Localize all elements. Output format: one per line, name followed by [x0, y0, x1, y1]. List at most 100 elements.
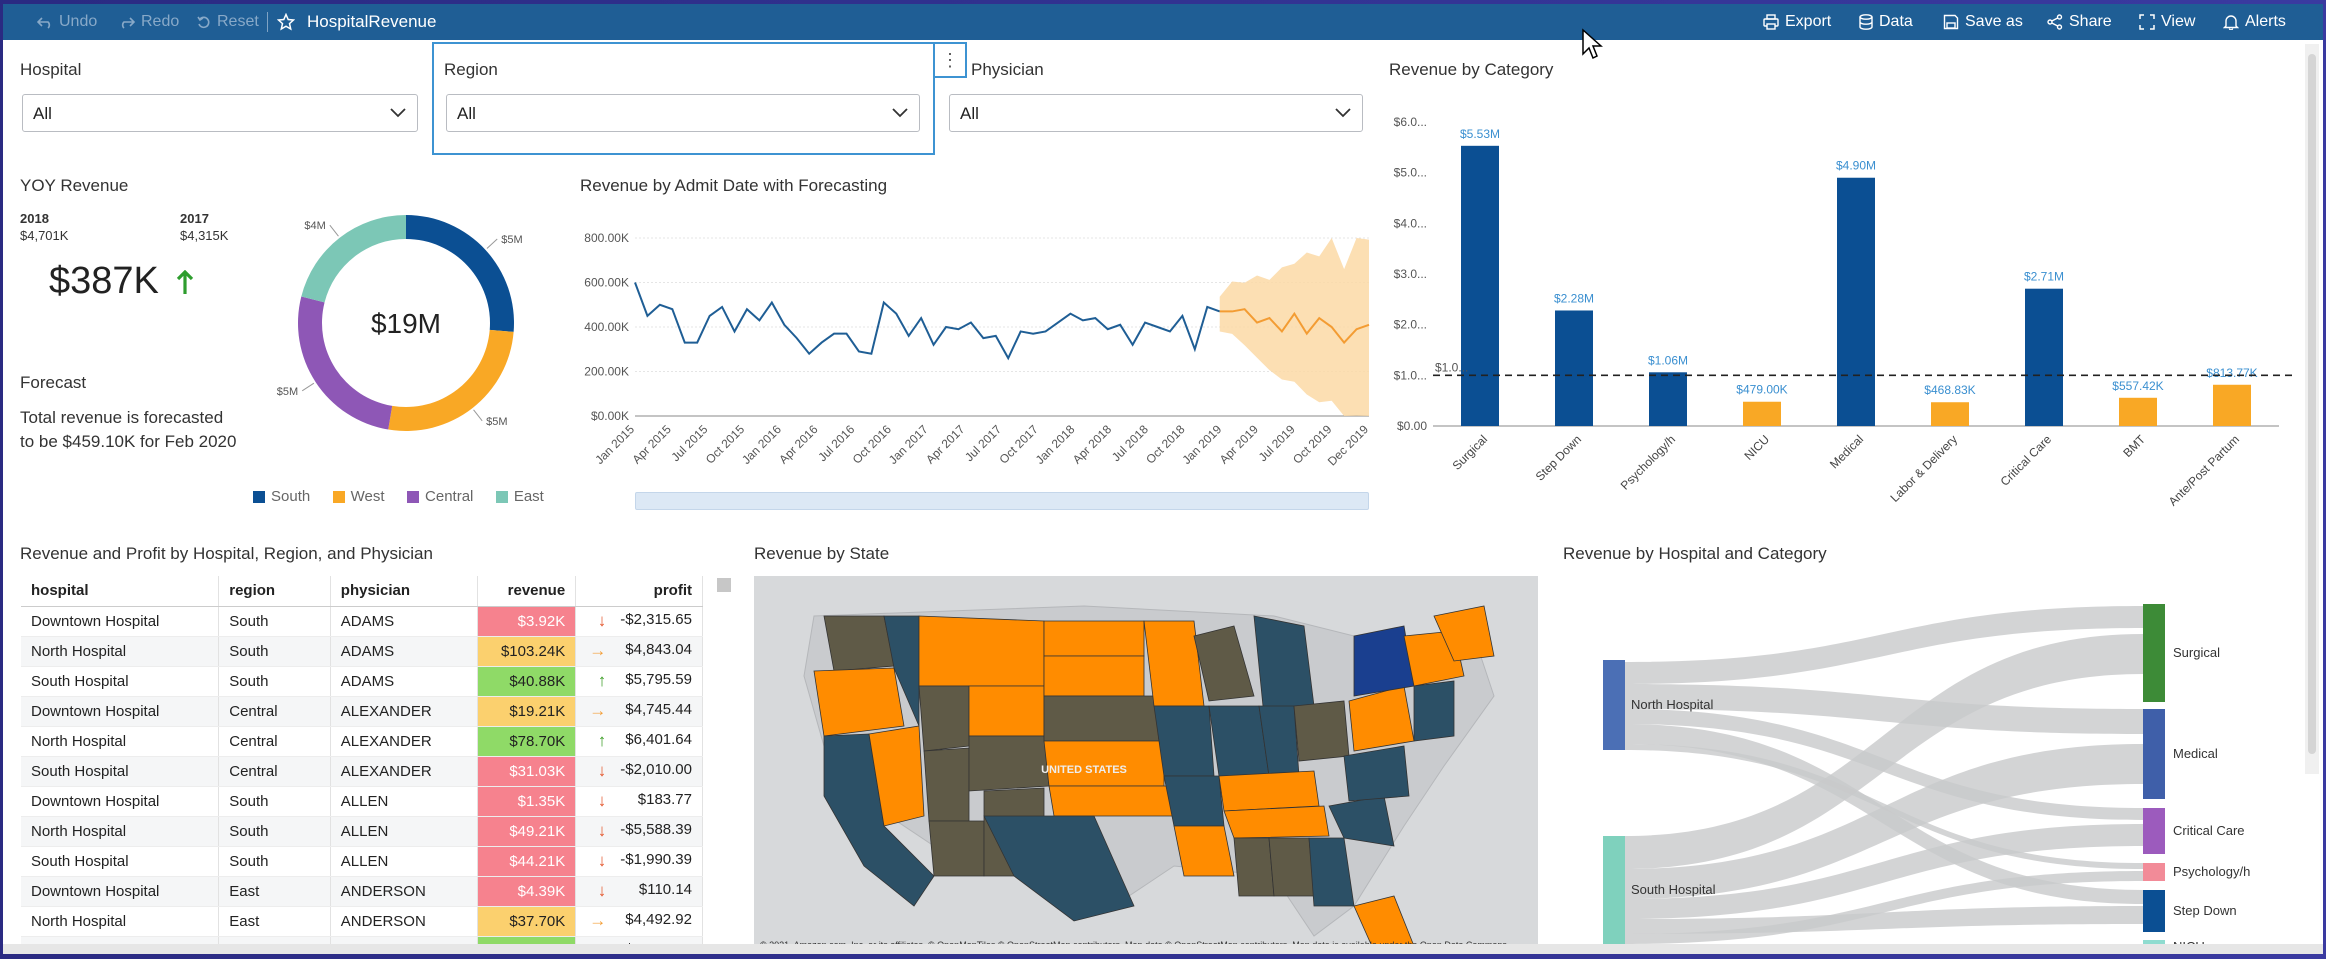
column-header-profit[interactable]: profit [575, 576, 703, 607]
sankey-target-node[interactable] [2143, 863, 2165, 881]
bar[interactable] [1555, 310, 1593, 426]
toolbar: Undo Redo Reset HospitalRevenue Export D… [3, 4, 2323, 40]
state-region[interactable] [1173, 825, 1235, 877]
legend-item-south[interactable]: South [253, 488, 310, 505]
sankey-target-node[interactable] [2143, 808, 2165, 854]
legend-item-west[interactable]: West [332, 488, 385, 505]
state-region[interactable] [1143, 620, 1205, 707]
export-button[interactable]: Export [1763, 4, 1831, 40]
state-region[interactable] [1208, 705, 1270, 777]
sankey-source-node[interactable] [1603, 660, 1625, 750]
state-region[interactable] [1233, 837, 1275, 897]
redo-label: Redo [141, 13, 180, 30]
revenue-history-line[interactable] [634, 282, 1221, 361]
table-row[interactable]: North Hospital South ALLEN $49.21K ↓ -$5,588.… [21, 816, 703, 847]
sankey-target-node[interactable] [2143, 709, 2165, 799]
fullscreen-icon [2139, 14, 2155, 30]
mouse-cursor-icon [1582, 28, 1603, 60]
horizontal-scrollbar[interactable] [3, 944, 2323, 954]
state-region[interactable] [1043, 695, 1160, 742]
sankey-target-label: Critical Care [2173, 823, 2245, 838]
state-region[interactable] [1153, 705, 1215, 777]
table-row[interactable]: Downtown Hospital Central ALEXANDER $19.21K… [21, 696, 703, 727]
state-region[interactable] [918, 615, 1045, 687]
table-row[interactable]: Downtown Hospital East ANDERSON $4.39K ↓ $110… [21, 876, 703, 907]
scrollbar-thumb[interactable] [2308, 54, 2316, 754]
state-region[interactable] [1218, 770, 1320, 812]
table-row[interactable]: North Hospital South ADAMS $103.24K → $4,843.… [21, 636, 703, 667]
physician-filter-select[interactable]: All [949, 94, 1363, 132]
profit-value: $5,795.59 [625, 671, 692, 688]
cell-hospital: Downtown Hospital [21, 786, 220, 817]
state-region[interactable] [1293, 700, 1350, 762]
undo-button[interactable]: Undo [37, 4, 97, 40]
sankey-target-node[interactable] [2143, 890, 2165, 932]
state-region[interactable] [1268, 837, 1315, 897]
date-range-scroller[interactable] [635, 492, 1369, 510]
table-row[interactable]: North Hospital Central ALEXANDER $78.70K ↑ $6… [21, 726, 703, 757]
bar[interactable] [1931, 402, 1969, 426]
x-tick-label: Jan 2015 [592, 422, 637, 467]
table-row[interactable]: South Hospital South ADAMS $40.88K ↑ $5,795.5… [21, 666, 703, 697]
sankey-target-node[interactable] [2143, 604, 2165, 702]
y-tick-label: $5.0... [1394, 166, 1427, 180]
redo-button[interactable]: Redo [119, 4, 179, 40]
bar[interactable] [1649, 372, 1687, 426]
view-button[interactable]: View [2139, 4, 2195, 40]
legend-item-central[interactable]: Central [407, 488, 473, 505]
y-tick-label: $4.0... [1394, 216, 1427, 230]
state-region[interactable] [1413, 680, 1455, 742]
vertical-scrollbar[interactable] [2305, 44, 2319, 774]
legend-item-east[interactable]: East [495, 488, 544, 505]
state-region[interactable] [1223, 805, 1330, 839]
bar[interactable] [1461, 145, 1499, 426]
state-region[interactable] [1343, 745, 1410, 802]
alerts-button[interactable]: Alerts [2223, 4, 2286, 40]
sankey-source-node[interactable] [1603, 836, 1625, 944]
share-button[interactable]: Share [2047, 4, 2112, 40]
state-region[interactable] [918, 685, 970, 752]
state-region[interactable] [923, 747, 970, 822]
data-button[interactable]: Data [1859, 4, 1913, 40]
table-row[interactable]: South Hospital Central ALEXANDER $31.03K ↓ -$… [21, 756, 703, 787]
favorite-star-button[interactable] [277, 4, 295, 40]
table-row[interactable]: South Hospital South ALLEN $44.21K ↓ -$1,990.… [21, 846, 703, 877]
bar[interactable] [1837, 177, 1875, 426]
column-header-physician[interactable]: physician [330, 576, 478, 607]
state-region[interactable] [1163, 775, 1225, 827]
state-region[interactable] [928, 820, 985, 877]
bar[interactable] [2213, 384, 2251, 426]
printer-icon [1763, 14, 1779, 30]
region-control-menu-button[interactable]: ⋮ [935, 42, 967, 78]
legend-label: West [350, 488, 385, 505]
bar[interactable] [2025, 288, 2063, 426]
bar[interactable] [2119, 397, 2157, 426]
state-region[interactable] [813, 667, 905, 737]
region-filter-select[interactable]: All [446, 94, 920, 132]
table-corner-handle[interactable] [717, 578, 731, 592]
save-as-button[interactable]: Save as [1943, 4, 2023, 40]
state-region[interactable] [1048, 785, 1175, 817]
state-region[interactable] [823, 615, 895, 672]
bar[interactable] [1743, 401, 1781, 426]
column-header-region[interactable]: region [218, 576, 331, 607]
cell-region: South [218, 666, 331, 697]
hospital-filter-select[interactable]: All [22, 94, 418, 132]
y-tick-label: $0.00K [591, 409, 629, 423]
state-region[interactable] [968, 735, 1050, 792]
state-region[interactable] [1043, 655, 1145, 697]
column-header-revenue[interactable]: revenue [477, 576, 577, 607]
table-row[interactable]: North Hospital East ANDERSON $37.70K → $4,492… [21, 906, 703, 937]
state-region[interactable] [1043, 620, 1145, 657]
table-row[interactable]: Downtown Hospital South ADAMS $3.92K ↓ -$2,31… [21, 606, 703, 637]
y-tick-label: $6.0... [1394, 115, 1427, 129]
reference-line-label: $1.0... [1435, 360, 1468, 374]
state-region[interactable] [1253, 615, 1315, 717]
cell-revenue: $78.70K [477, 726, 577, 757]
reset-button[interactable]: Reset [197, 4, 259, 40]
state-region[interactable] [968, 685, 1045, 737]
revenue-by-state-map[interactable]: UNITED STATES© 2021, Amazon.com, Inc. or… [754, 576, 1538, 954]
column-header-hospital[interactable]: hospital [21, 576, 220, 607]
cell-hospital: South Hospital [21, 846, 220, 877]
table-row[interactable]: Downtown Hospital South ALLEN $1.35K ↓ $183.7… [21, 786, 703, 817]
